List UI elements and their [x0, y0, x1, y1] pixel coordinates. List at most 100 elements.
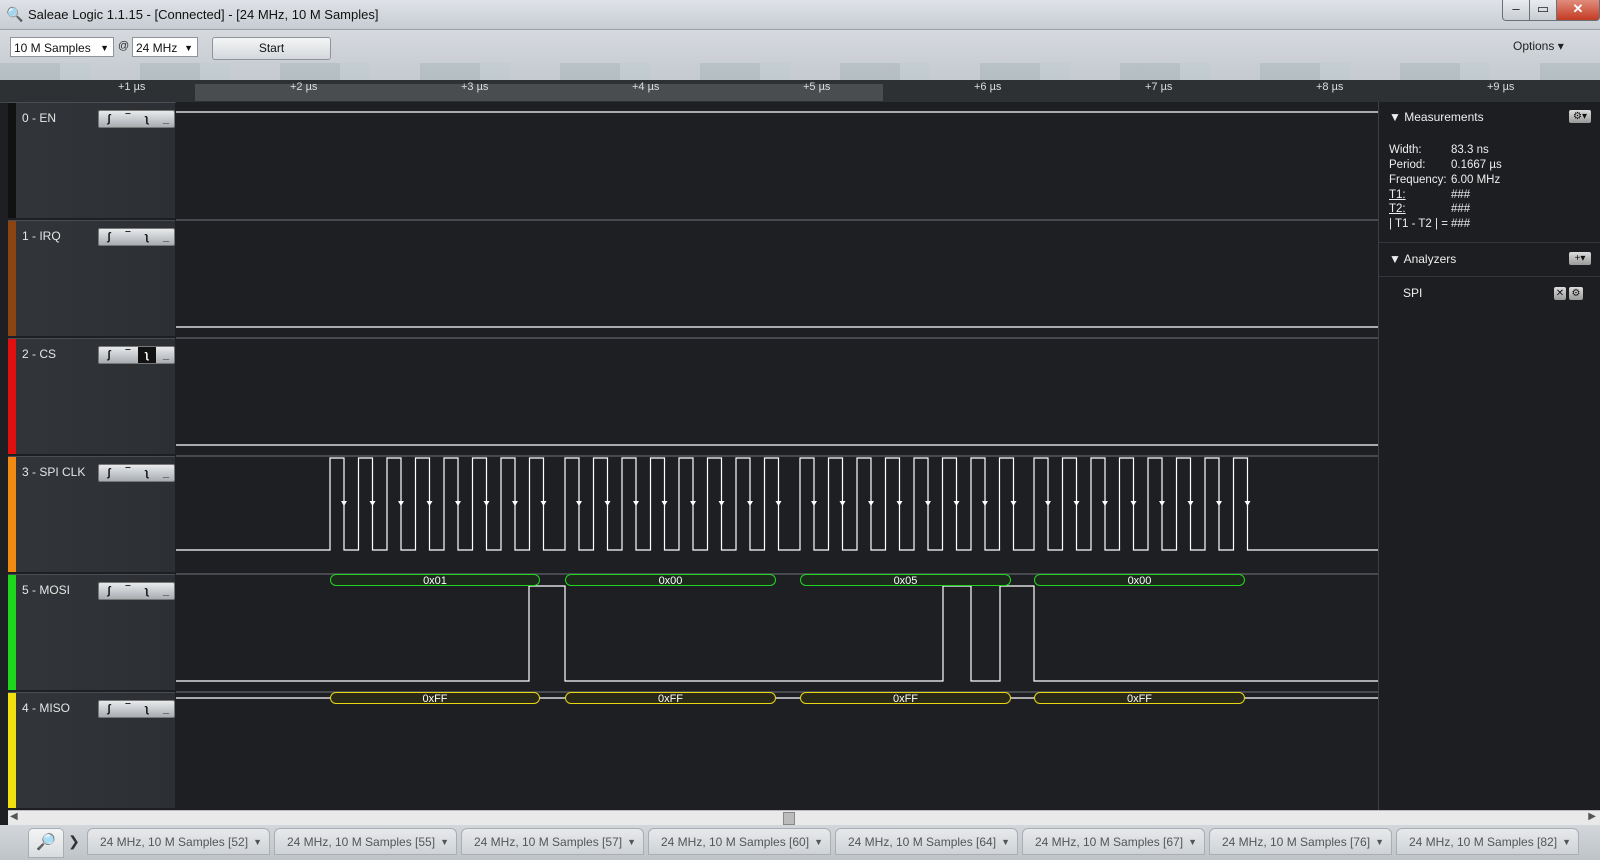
- falling-edge-icon[interactable]: ʅ: [138, 465, 156, 481]
- mosi-decoded-byte[interactable]: 0x00: [565, 574, 776, 587]
- clk-sample-marker: [540, 501, 547, 506]
- channel-header-en[interactable]: 0 - EN ʃ ‾ ʅ _: [8, 102, 175, 218]
- rising-edge-icon[interactable]: ʃ: [100, 465, 118, 481]
- start-button[interactable]: Start: [212, 37, 331, 60]
- clk-sample-marker: [925, 501, 931, 506]
- t1-value: ###: [1451, 189, 1471, 201]
- horizontal-scrollbar[interactable]: ◀ ▶: [8, 810, 1600, 825]
- options-menu[interactable]: Options ▾: [1513, 39, 1564, 53]
- low-level-icon[interactable]: _: [157, 583, 175, 599]
- rising-edge-icon[interactable]: ʃ: [100, 229, 118, 245]
- scroll-left-icon[interactable]: ◀: [10, 811, 18, 822]
- channel-header-spi-clk[interactable]: 3 - SPI CLK ʃ ‾ ʅ _: [8, 456, 175, 572]
- window-title: Saleae Logic 1.1.15 - [Connected] - [24 …: [28, 7, 379, 22]
- channel-header-cs[interactable]: 2 - CS ʃ ‾ ʅ _: [8, 338, 175, 454]
- trigger-buttons: ʃ ‾ ʅ _: [98, 110, 175, 128]
- low-level-icon[interactable]: _: [157, 465, 175, 481]
- high-level-icon[interactable]: ‾: [119, 347, 137, 363]
- sample-count-select[interactable]: 10 M Samples ▼: [10, 37, 114, 57]
- chevron-down-icon: ▼: [1375, 837, 1384, 847]
- scroll-thumb[interactable]: [783, 812, 795, 825]
- high-level-icon[interactable]: ‾: [119, 701, 137, 717]
- low-level-icon[interactable]: _: [157, 229, 175, 245]
- scroll-right-icon[interactable]: ▶: [1588, 811, 1596, 822]
- high-level-icon[interactable]: ‾: [119, 465, 137, 481]
- clk-sample-marker: [747, 501, 753, 506]
- clk-sample-marker: [341, 501, 347, 506]
- trigger-buttons: ʃ ‾ ʅ _: [98, 228, 175, 246]
- trigger-buttons: ʃ ‾ ʅ _: [98, 582, 175, 600]
- high-level-icon[interactable]: ‾: [119, 583, 137, 599]
- capture-tab[interactable]: 24 MHz, 10 M Samples [76] ▼: [1209, 828, 1392, 855]
- capture-tab[interactable]: 24 MHz, 10 M Samples [52] ▼: [87, 828, 270, 855]
- analyzer-item-spi[interactable]: SPI: [1403, 286, 1422, 300]
- falling-edge-icon[interactable]: ʅ: [138, 701, 156, 717]
- capture-tab[interactable]: 24 MHz, 10 M Samples [57] ▼: [461, 828, 644, 855]
- gear-icon[interactable]: ⚙▾: [1569, 110, 1591, 123]
- add-analyzer-icon[interactable]: +▾: [1569, 252, 1591, 265]
- rising-edge-icon[interactable]: ʃ: [100, 583, 118, 599]
- capture-tab[interactable]: 24 MHz, 10 M Samples [60] ▼: [648, 828, 831, 855]
- falling-edge-icon[interactable]: ʅ: [138, 111, 156, 127]
- analyzers-header[interactable]: ▼ Analyzers: [1389, 252, 1456, 266]
- capture-tab[interactable]: 24 MHz, 10 M Samples [55] ▼: [274, 828, 457, 855]
- miso-decoded-byte[interactable]: 0xFF: [565, 692, 776, 705]
- analyzer-settings-gear-icon[interactable]: ⚙: [1569, 287, 1583, 300]
- miso-decoded-byte[interactable]: 0xFF: [330, 692, 540, 705]
- low-level-icon[interactable]: _: [157, 347, 175, 363]
- mosi-decoded-byte[interactable]: 0x00: [1034, 574, 1245, 587]
- capture-tab[interactable]: 24 MHz, 10 M Samples [64] ▼: [835, 828, 1018, 855]
- capture-tab-bar: 🔎 ❯ 24 MHz, 10 M Samples [52] ▼ 24 MHz, 1…: [0, 825, 1600, 860]
- channel-header-miso[interactable]: 4 - MISO ʃ ‾ ʅ _: [8, 692, 175, 808]
- falling-edge-icon[interactable]: ʅ: [138, 583, 156, 599]
- chevron-right-icon[interactable]: ❯: [66, 828, 82, 856]
- ruler-tick: +9 µs: [1487, 81, 1515, 93]
- mosi-decoded-byte[interactable]: 0x01: [330, 574, 540, 587]
- clk-sample-marker: [896, 501, 903, 506]
- remove-analyzer-icon[interactable]: ✕: [1554, 287, 1566, 300]
- rising-edge-icon[interactable]: ʃ: [100, 347, 118, 363]
- measurements-header[interactable]: ▼ Measurements: [1389, 110, 1484, 124]
- channel-header-irq[interactable]: 1 - IRQ ʃ ‾ ʅ _: [8, 220, 175, 336]
- mosi-decoded-byte[interactable]: 0x05: [800, 574, 1011, 587]
- ruler-tick: +4 µs: [632, 81, 660, 93]
- clk-sample-marker: [369, 501, 376, 506]
- rising-edge-icon[interactable]: ʃ: [100, 111, 118, 127]
- clk-sample-marker: [1073, 501, 1080, 506]
- capture-tab[interactable]: 24 MHz, 10 M Samples [82] ▼: [1396, 828, 1579, 855]
- ruler-tick: +7 µs: [1145, 81, 1173, 93]
- spi-clk-trace: [176, 457, 1378, 551]
- channel-name: 4 - MISO: [22, 701, 71, 715]
- high-level-icon[interactable]: ‾: [119, 229, 137, 245]
- falling-edge-icon[interactable]: ʅ: [138, 347, 156, 363]
- channel-name: 0 - EN: [22, 111, 57, 125]
- ruler-tick: +2 µs: [290, 81, 318, 93]
- maximize-button[interactable]: ▭: [1529, 0, 1557, 21]
- clk-sample-marker: [1130, 501, 1137, 506]
- high-level-icon[interactable]: ‾: [119, 111, 137, 127]
- capture-tab[interactable]: 24 MHz, 10 M Samples [67] ▼: [1022, 828, 1205, 855]
- waveform-area[interactable]: 0x01 0x00 0x05 0x00 0xFF 0xFF 0xFF 0xFF: [176, 102, 1378, 810]
- miso-decoded-byte[interactable]: 0xFF: [800, 692, 1011, 705]
- miso-decoded-byte[interactable]: 0xFF: [1034, 692, 1245, 705]
- rising-edge-icon[interactable]: ʃ: [100, 701, 118, 717]
- falling-edge-icon[interactable]: ʅ: [138, 229, 156, 245]
- clk-sample-marker: [1045, 501, 1051, 506]
- clk-sample-marker: [982, 501, 988, 506]
- t1-link[interactable]: T1:: [1389, 189, 1406, 201]
- divider: [1379, 276, 1600, 277]
- sample-rate-select[interactable]: 24 MHz ▼: [132, 37, 198, 57]
- minimize-button[interactable]: –: [1502, 0, 1530, 21]
- ruler-tick: +6 µs: [974, 81, 1002, 93]
- period-value: 0.1667 µs: [1451, 159, 1502, 171]
- search-icon[interactable]: 🔎: [28, 828, 64, 858]
- chevron-down-icon: ▼: [1562, 837, 1571, 847]
- t2-link[interactable]: T2:: [1389, 203, 1406, 215]
- clk-sample-marker: [690, 501, 696, 506]
- width-value: 83.3 ns: [1451, 144, 1489, 156]
- close-button[interactable]: ✕: [1556, 0, 1600, 21]
- low-level-icon[interactable]: _: [157, 701, 175, 717]
- low-level-icon[interactable]: _: [157, 111, 175, 127]
- channel-header-mosi[interactable]: 5 - MOSI ʃ ‾ ʅ _: [8, 574, 175, 690]
- clk-sample-marker: [512, 501, 518, 506]
